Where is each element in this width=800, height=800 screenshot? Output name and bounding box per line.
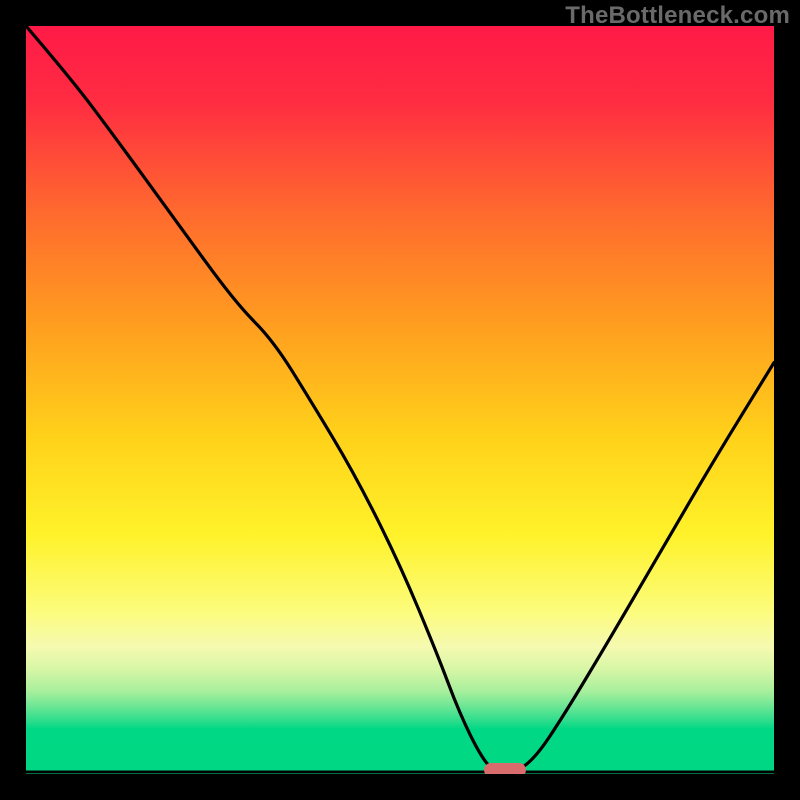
bottleneck-chart: TheBottleneck.com — [0, 0, 800, 800]
chart-background-gradient — [26, 26, 774, 774]
attribution-text: TheBottleneck.com — [565, 2, 790, 30]
plot-area — [26, 26, 774, 774]
optimal-marker — [484, 763, 526, 774]
